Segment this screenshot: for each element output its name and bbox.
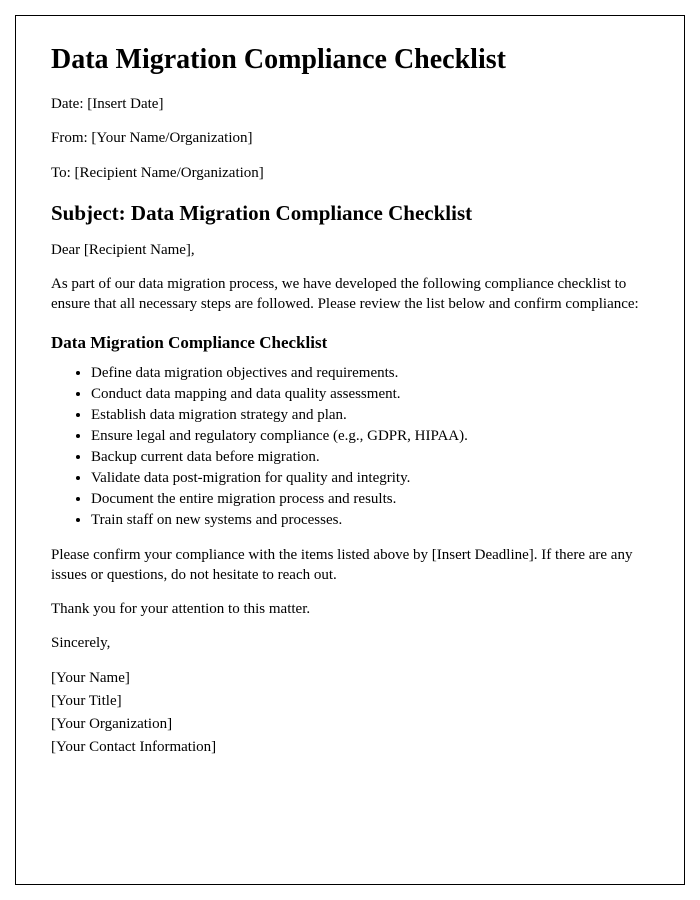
intro-paragraph: As part of our data migration process, w… (51, 274, 649, 315)
signature-title: [Your Title] (51, 691, 649, 712)
signature-name: [Your Name] (51, 668, 649, 689)
checklist-list: Define data migration objectives and req… (51, 363, 649, 531)
list-item: Establish data migration strategy and pl… (91, 405, 649, 426)
list-item: Ensure legal and regulatory compliance (… (91, 426, 649, 447)
to-line: To: [Recipient Name/Organization] (51, 163, 649, 183)
closing-request: Please confirm your compliance with the … (51, 545, 649, 586)
from-line: From: [Your Name/Organization] (51, 128, 649, 148)
date-line: Date: [Insert Date] (51, 94, 649, 114)
signature-block: [Your Name] [Your Title] [Your Organizat… (51, 668, 649, 758)
list-item: Backup current data before migration. (91, 447, 649, 468)
list-item: Conduct data mapping and data quality as… (91, 384, 649, 405)
list-item: Document the entire migration process an… (91, 489, 649, 510)
list-item: Define data migration objectives and req… (91, 363, 649, 384)
signature-organization: [Your Organization] (51, 714, 649, 735)
thanks-line: Thank you for your attention to this mat… (51, 599, 649, 619)
list-item: Validate data post-migration for quality… (91, 468, 649, 489)
document-page: Data Migration Compliance Checklist Date… (15, 15, 685, 885)
signoff: Sincerely, (51, 633, 649, 653)
subject-heading: Subject: Data Migration Compliance Check… (51, 201, 649, 226)
salutation: Dear [Recipient Name], (51, 240, 649, 260)
checklist-heading: Data Migration Compliance Checklist (51, 333, 649, 353)
signature-contact: [Your Contact Information] (51, 737, 649, 758)
list-item: Train staff on new systems and processes… (91, 510, 649, 531)
page-title: Data Migration Compliance Checklist (51, 44, 649, 76)
